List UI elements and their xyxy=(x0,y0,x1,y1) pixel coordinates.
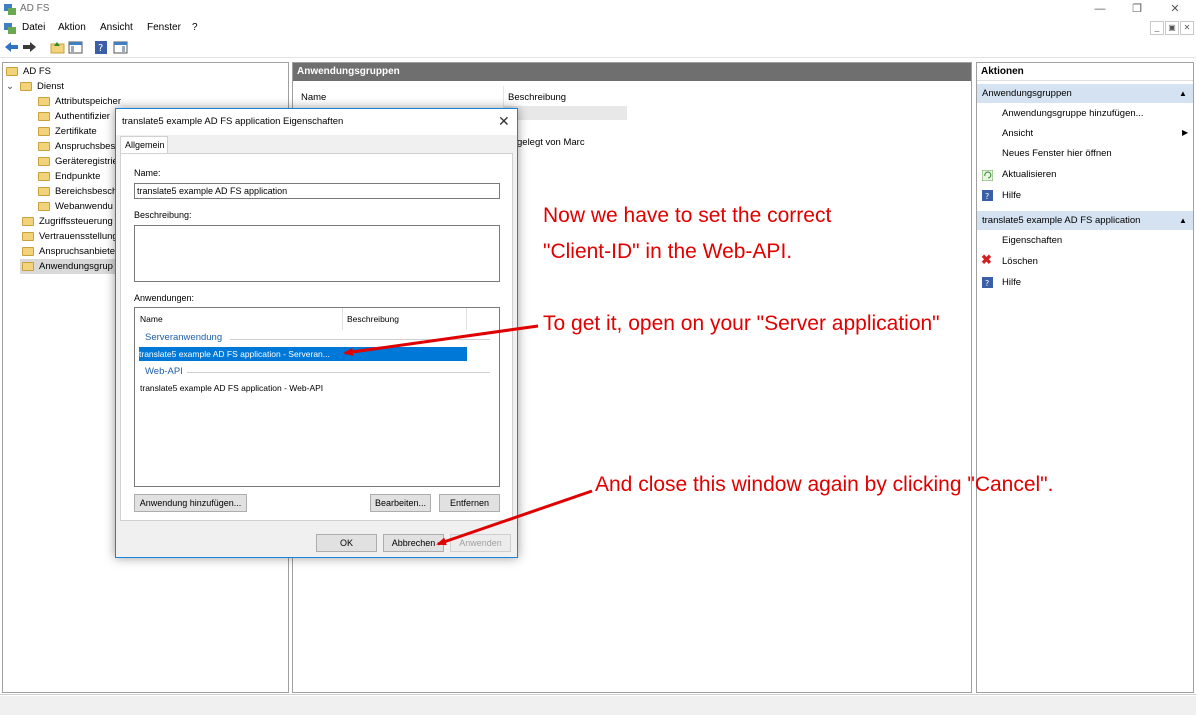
annotation-arrows xyxy=(343,324,593,546)
arrow-to-cancel-button xyxy=(436,489,593,546)
arrow-to-server-app xyxy=(343,324,539,356)
